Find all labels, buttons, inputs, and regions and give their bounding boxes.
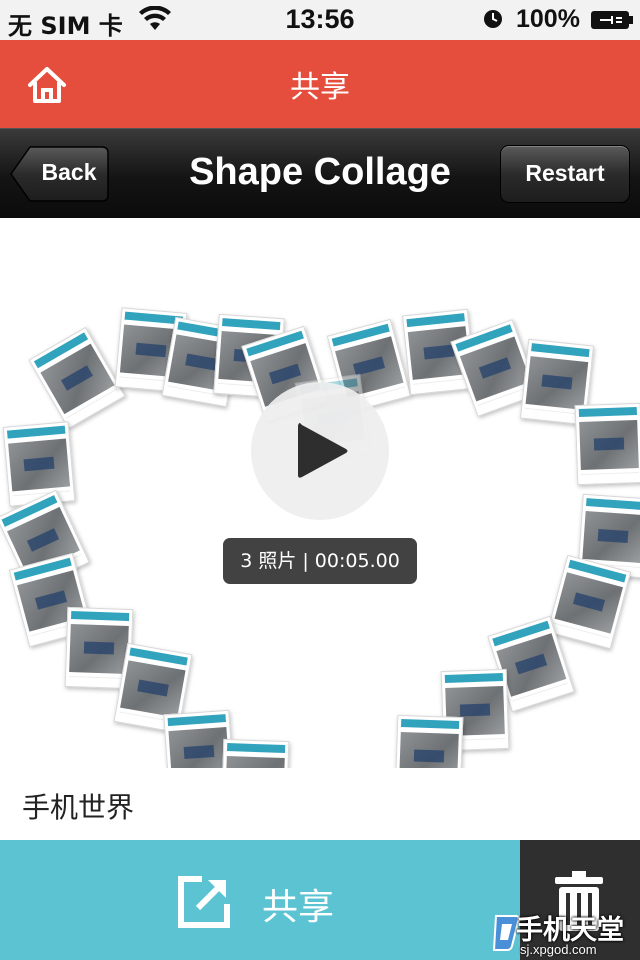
header-title: 共享 [290,70,350,105]
play-button[interactable] [251,382,389,520]
nav-bar: Back Shape Collage Restart [0,128,640,218]
collage-caption: 手机世界 [22,791,135,824]
collage-photo [28,326,126,430]
share-label: 共享 [262,887,335,928]
restart-label: Restart [525,160,605,186]
watermark-url: sj.xpgod.com [520,942,597,957]
share-button[interactable]: 共享 [0,840,520,960]
collage-info-badge: 3 照片 | 00:05.00 [223,538,417,584]
collage-preview[interactable]: 3 照片 | 00:05.00 [0,218,640,768]
collage-photo [394,714,464,768]
collage-photo [574,402,640,486]
restart-button[interactable]: Restart [500,145,630,203]
alarm-clock-icon [484,10,502,28]
collage-photo [220,738,290,768]
play-icon [298,423,348,478]
collage-photo [2,421,76,507]
battery-charging-icon [591,11,633,29]
battery-percent: 100% [516,5,580,33]
collage-photo [546,554,632,650]
share-external-icon [178,876,230,928]
top-bar: 共享 [0,40,640,128]
status-bar: 无 SIM 卡 13:56 100% [0,0,640,40]
watermark: 手机天堂 sj.xpgod.com [490,908,640,960]
